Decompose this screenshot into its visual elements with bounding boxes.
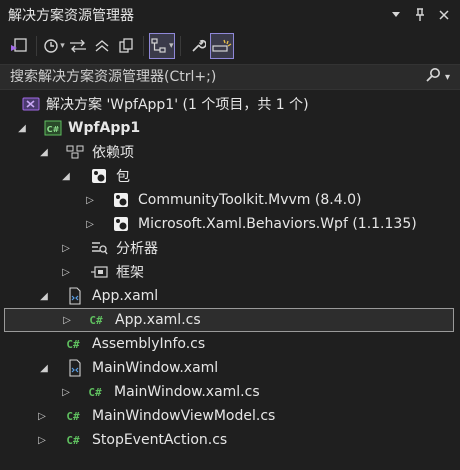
expanded-triangle-icon[interactable]: ◢	[38, 284, 50, 308]
tree-item-app-xaml-cs[interactable]: ▷ C# App.xaml.cs	[4, 308, 454, 332]
expanded-triangle-icon[interactable]: ◢	[38, 140, 50, 164]
collapsed-triangle-icon[interactable]: ▷	[60, 380, 72, 404]
tree-item-label: 框架	[116, 265, 144, 281]
csharp-file-icon: C#	[66, 433, 80, 447]
chevron-down-icon: ▾	[60, 41, 65, 51]
tree-item-label: 包	[116, 169, 130, 185]
tree-item-mainwindow-xaml[interactable]: ◢ MainWindow.xaml	[0, 356, 456, 380]
properties-wrench-icon[interactable]	[187, 34, 209, 58]
collapsed-triangle-icon[interactable]: ▷	[36, 404, 48, 428]
collapsed-triangle-icon[interactable]: ▷	[36, 428, 48, 452]
tree-item-stopeventaction[interactable]: ▷ C# StopEventAction.cs	[0, 428, 456, 452]
tree-item-solution[interactable]: 解决方案 'WpfApp1' (1 个项目，共 1 个)	[0, 92, 456, 116]
tree-item-label: App.xaml	[92, 288, 159, 304]
tree-item-packages[interactable]: ◢ 包	[0, 164, 456, 188]
xaml-file-icon	[66, 359, 84, 377]
xaml-file-icon	[66, 287, 84, 305]
history-icon[interactable]: ▾	[43, 34, 65, 58]
chevron-down-icon: ▾	[169, 41, 174, 51]
search-actions: ▾	[425, 67, 460, 87]
framework-icon	[90, 263, 108, 281]
close-icon[interactable]	[434, 5, 454, 25]
analyzer-icon	[90, 239, 108, 257]
nuget-package-icon	[112, 191, 130, 209]
tree-item-dependencies[interactable]: ◢ 依赖项	[0, 140, 456, 164]
tree-item-label: 解决方案 'WpfApp1' (1 个项目，共 1 个)	[46, 97, 309, 113]
chevron-down-icon[interactable]: ▾	[445, 72, 450, 83]
pin-icon[interactable]	[410, 5, 430, 25]
solution-explorer-toolbar: ▾ ▾	[0, 30, 460, 62]
svg-text:C#: C#	[47, 125, 60, 134]
copy-icon[interactable]	[115, 34, 137, 58]
expanded-triangle-icon[interactable]: ◢	[60, 164, 72, 188]
csharp-file-icon: C#	[66, 337, 80, 351]
toolbar-separator	[143, 36, 144, 56]
collapsed-triangle-icon[interactable]: ▷	[84, 188, 96, 212]
collapsed-triangle-icon[interactable]: ▷	[61, 308, 73, 332]
tree-item-assemblyinfo[interactable]: C# AssemblyInfo.cs	[0, 332, 456, 356]
tree-item-label: WpfApp1	[68, 120, 141, 136]
tree-item-label: Microsoft.Xaml.Behaviors.Wpf (1.1.135)	[138, 216, 417, 232]
title-actions	[386, 5, 460, 25]
switch-views-icon[interactable]	[8, 34, 30, 58]
collapse-all-icon[interactable]	[91, 34, 113, 58]
tree-item-mainwindow-xaml-cs[interactable]: ▷ C# MainWindow.xaml.cs	[0, 380, 456, 404]
collapsed-triangle-icon[interactable]: ▷	[60, 260, 72, 284]
tree-item-frameworks[interactable]: ▷ 框架	[0, 260, 456, 284]
chevron-down-icon[interactable]	[386, 5, 406, 25]
collapsed-triangle-icon[interactable]: ▷	[84, 212, 96, 236]
visual-studio-solution-icon	[22, 95, 40, 113]
tree-item-label: StopEventAction.cs	[92, 432, 228, 448]
collapsed-triangle-icon[interactable]: ▷	[60, 236, 72, 260]
dependencies-icon	[66, 143, 84, 161]
tree-item-package[interactable]: ▷ Microsoft.Xaml.Behaviors.Wpf (1.1.135)	[0, 212, 456, 236]
csharp-file-icon: C#	[66, 409, 80, 423]
tree-item-label: App.xaml.cs	[115, 312, 201, 328]
tree-item-label: MainWindow.xaml	[92, 360, 219, 376]
window-title: 解决方案资源管理器	[8, 8, 134, 24]
csharp-project-icon: C#	[44, 119, 62, 137]
sync-icon[interactable]	[67, 34, 89, 58]
nuget-package-icon	[112, 215, 130, 233]
tree-item-project[interactable]: ◢ C# WpfApp1	[0, 116, 456, 140]
tree-item-package[interactable]: ▷ CommunityToolkit.Mvvm (8.4.0)	[0, 188, 456, 212]
expanded-triangle-icon[interactable]: ◢	[16, 116, 28, 140]
tree-item-label: 分析器	[116, 241, 158, 257]
search-icon[interactable]	[425, 67, 441, 87]
search-input[interactable]	[0, 68, 425, 86]
nuget-package-icon	[90, 167, 108, 185]
search-bar: ▾	[0, 64, 460, 90]
tree-item-app-xaml[interactable]: ◢ App.xaml	[0, 284, 456, 308]
show-tree-icon[interactable]: ▾	[149, 33, 175, 59]
csharp-file-icon: C#	[89, 313, 103, 327]
csharp-file-icon: C#	[88, 385, 102, 399]
toolbar-separator	[179, 36, 181, 56]
tree-item-label: MainWindow.xaml.cs	[114, 384, 260, 400]
expanded-triangle-icon[interactable]: ◢	[38, 356, 50, 380]
tree-item-label: 依赖项	[92, 145, 134, 161]
tree-item-label: CommunityToolkit.Mvvm (8.4.0)	[138, 192, 362, 208]
tool-window-titlebar: 解决方案资源管理器	[0, 0, 460, 30]
tree-item-label: MainWindowViewModel.cs	[92, 408, 276, 424]
preview-selected-icon[interactable]	[209, 33, 234, 59]
tree-item-label: AssemblyInfo.cs	[92, 336, 206, 352]
tree-item-analyzers[interactable]: ▷ 分析器	[0, 236, 456, 260]
tree-item-viewmodel[interactable]: ▷ C# MainWindowViewModel.cs	[0, 404, 456, 428]
toolbar-separator	[36, 36, 37, 56]
